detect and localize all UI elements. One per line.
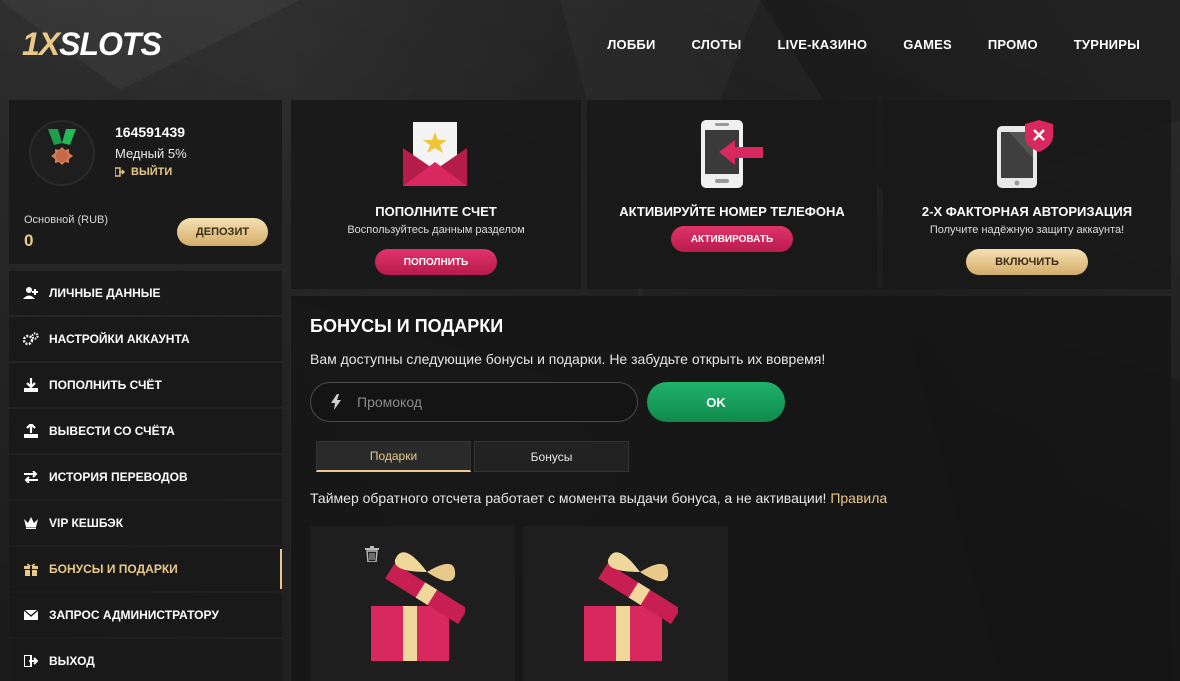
rules-link[interactable]: Правила — [830, 490, 887, 506]
bonuses-panel: БОНУСЫ И ПОДАРКИ Вам доступны следующие … — [291, 296, 1171, 681]
deposit-button[interactable]: ДЕПОЗИТ — [177, 218, 268, 246]
logo-part-slots: SLOTS — [59, 26, 162, 62]
nav-tournaments[interactable]: ТУРНИРЫ — [1074, 37, 1140, 52]
main-nav: ЛОББИ СЛОТЫ LIVE-КАЗИНО GAMES ПРОМО ТУРН… — [607, 37, 1140, 52]
menu-item-deposit[interactable]: ПОПОЛНИТЬ СЧЁТ — [9, 363, 282, 407]
menu-item-label: ПОПОЛНИТЬ СЧЁТ — [49, 378, 162, 392]
gift-box-icon — [584, 552, 678, 661]
menu-item-label: БОНУСЫ И ПОДАРКИ — [49, 562, 178, 576]
promo-code-input[interactable] — [357, 394, 607, 410]
nav-lobby[interactable]: ЛОББИ — [607, 37, 655, 52]
menu-item-label: ЗАПРОС АДМИНИСТРАТОРУ — [49, 608, 219, 622]
bonus-tabs: Подарки Бонусы — [316, 441, 629, 472]
card-title: 2-Х ФАКТОРНАЯ АВТОРИЗАЦИЯ — [921, 204, 1133, 219]
tab-bonuses[interactable]: Бонусы — [474, 441, 629, 472]
promo-code-field[interactable] — [310, 382, 638, 422]
menu-item-vip-cashback[interactable]: VIP КЕШБЭК — [9, 501, 282, 545]
timer-notice-text: Таймер обратного отсчета работает с моме… — [310, 490, 827, 506]
crown-icon — [23, 515, 39, 531]
medal-icon — [48, 129, 76, 165]
download-icon — [23, 377, 39, 393]
menu-item-label: ВЫВЕСТИ СО СЧЁТА — [49, 424, 175, 438]
card-title: ПОПОЛНИТЕ СЧЕТ — [375, 204, 497, 219]
mail-icon — [23, 607, 39, 623]
bonuses-description: Вам доступны следующие бонусы и подарки.… — [310, 351, 826, 367]
replenish-button[interactable]: ПОПОЛНИТЬ — [375, 249, 497, 275]
menu-item-label: НАСТРОЙКИ АККАУНТА — [49, 332, 190, 346]
nav-live-casino[interactable]: LIVE-КАЗИНО — [777, 37, 867, 52]
balance-value: 0 — [24, 231, 34, 250]
menu-item-personal-data[interactable]: ЛИЧНЫЕ ДАННЫЕ — [9, 271, 282, 315]
exit-icon — [23, 653, 39, 669]
envelope-star-icon — [403, 122, 467, 186]
profile-panel: 164591439 Медный 5% ВЫЙТИ Основной (RUB)… — [9, 100, 282, 264]
logout-link[interactable]: ВЫЙТИ — [115, 166, 172, 178]
gift-box-icon — [371, 552, 465, 661]
menu-item-exit[interactable]: ВЫХОД — [9, 639, 282, 681]
card-subtitle: Воспользуйтесь данным разделом — [347, 224, 525, 236]
timer-notice: Таймер обратного отсчета работает с моме… — [310, 490, 887, 506]
user-id: 164591439 — [115, 124, 186, 140]
nav-slots[interactable]: СЛОТЫ — [691, 37, 741, 52]
gift-card[interactable] — [523, 526, 728, 681]
activate-button[interactable]: АКТИВИРОВАТЬ — [671, 226, 793, 252]
menu-item-transfer-history[interactable]: ИСТОРИЯ ПЕРЕВОДОВ — [9, 455, 282, 499]
gift-card[interactable] — [310, 526, 515, 681]
menu-item-label: ВЫХОД — [49, 654, 95, 668]
card-subtitle: Получите надёжную защиту аккаунта! — [929, 224, 1125, 236]
menu-item-bonuses-gifts[interactable]: БОНУСЫ И ПОДАРКИ — [9, 547, 282, 591]
brand-logo[interactable]: 1X SLOTS — [22, 26, 162, 63]
card-deposit: ПОПОЛНИТЕ СЧЕТ Воспользуйтесь данным раз… — [291, 100, 581, 289]
logout-icon — [115, 167, 125, 177]
nav-games[interactable]: GAMES — [903, 37, 952, 52]
enable-2fa-button[interactable]: ВКЛЮЧИТЬ — [966, 249, 1088, 275]
menu-item-account-settings[interactable]: НАСТРОЙКИ АККАУНТА — [9, 317, 282, 361]
menu-item-label: ЛИЧНЫЕ ДАННЫЕ — [49, 286, 161, 300]
transfer-icon — [23, 469, 39, 485]
upload-icon — [23, 423, 39, 439]
account-menu: ЛИЧНЫЕ ДАННЫЕ НАСТРОЙКИ АККАУНТА ПОПОЛНИ… — [9, 271, 282, 681]
card-title: АКТИВИРУЙТЕ НОМЕР ТЕЛЕФОНА — [619, 204, 845, 219]
top-header: 1X SLOTS ЛОББИ СЛОТЫ LIVE-КАЗИНО GAMES П… — [0, 0, 1180, 90]
logout-label: ВЫЙТИ — [131, 166, 173, 178]
menu-item-label: ИСТОРИЯ ПЕРЕВОДОВ — [49, 470, 188, 484]
gears-icon — [23, 331, 39, 347]
avatar[interactable] — [29, 120, 95, 186]
page-title: БОНУСЫ И ПОДАРКИ — [310, 316, 504, 336]
logo-part-1x: 1X — [22, 26, 60, 62]
menu-item-withdraw[interactable]: ВЫВЕСТИ СО СЧЁТА — [9, 409, 282, 453]
card-2fa: 2-Х ФАКТОРНАЯ АВТОРИЗАЦИЯ Получите надёж… — [883, 100, 1171, 289]
user-level: Медный 5% — [115, 146, 187, 161]
phone-arrow-icon — [701, 120, 763, 188]
tablet-shield-icon — [997, 120, 1053, 188]
menu-item-admin-request[interactable]: ЗАПРОС АДМИНИСТРАТОРУ — [9, 593, 282, 637]
gift-icon — [23, 561, 39, 577]
tab-gifts[interactable]: Подарки — [316, 441, 471, 472]
nav-promo[interactable]: ПРОМО — [988, 37, 1038, 52]
lightning-icon — [331, 394, 341, 410]
promo-ok-button[interactable]: OK — [647, 382, 785, 422]
balance-label: Основной (RUB) — [24, 214, 109, 226]
card-phone: АКТИВИРУЙТЕ НОМЕР ТЕЛЕФОНА АКТИВИРОВАТЬ — [587, 100, 877, 289]
user-add-icon — [23, 285, 39, 301]
menu-item-label: VIP КЕШБЭК — [49, 516, 124, 530]
